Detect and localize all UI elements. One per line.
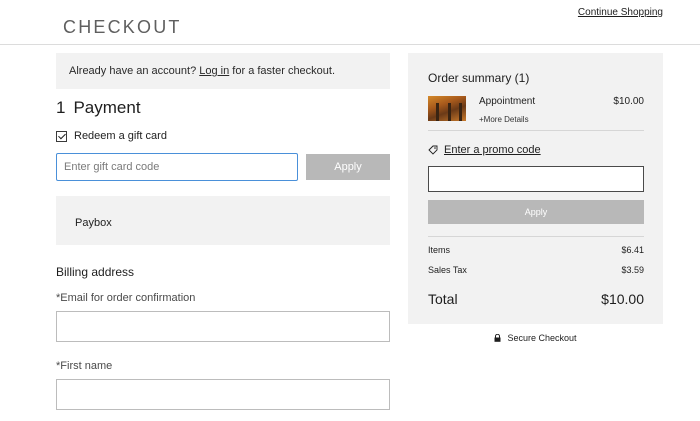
item-thumbnail [428, 96, 466, 121]
payment-method-paybox[interactable]: Paybox [56, 196, 390, 245]
tag-icon [428, 145, 438, 155]
login-prompt-suffix: for a faster checkout. [229, 65, 336, 77]
item-price: $10.00 [613, 96, 644, 107]
promo-code-input[interactable] [428, 166, 644, 192]
email-label: *Email for order confirmation [56, 292, 196, 304]
items-value: $6.41 [621, 245, 644, 255]
sales-tax-label: Sales Tax [428, 265, 467, 275]
top-bar: CHECKOUT Continue Shopping [0, 0, 700, 45]
summary-divider [428, 236, 644, 237]
step-title: Payment [73, 98, 141, 117]
more-details-link[interactable]: +More Details [479, 115, 529, 124]
billing-address-heading: Billing address [56, 265, 135, 279]
summary-divider [428, 130, 644, 131]
continue-shopping-link[interactable]: Continue Shopping [578, 7, 663, 18]
order-summary-panel: Order summary (1) Appointment +More Deta… [408, 53, 663, 324]
payment-step-heading: 1 Payment [56, 98, 141, 118]
redeem-gift-card-label: Redeem a gift card [74, 130, 167, 142]
email-field[interactable] [56, 311, 390, 342]
lock-icon [494, 334, 501, 342]
promo-code-label: Enter a promo code [444, 144, 541, 156]
order-summary-title: Order summary (1) [428, 71, 530, 85]
first-name-field[interactable] [56, 379, 390, 410]
secure-checkout-label: Secure Checkout [507, 333, 577, 343]
first-name-label: *First name [56, 360, 113, 372]
page-title: CHECKOUT [63, 17, 182, 37]
sales-tax-value: $3.59 [621, 265, 644, 275]
login-link[interactable]: Log in [199, 65, 229, 77]
total-value: $10.00 [601, 291, 644, 307]
apply-promo-button[interactable]: Apply [428, 200, 644, 224]
item-name: Appointment [479, 96, 536, 107]
login-prompt: Already have an account? Log in for a fa… [56, 53, 390, 89]
login-prompt-prefix: Already have an account? [69, 65, 200, 77]
secure-checkout-note: Secure Checkout [408, 333, 663, 343]
gift-card-code-input[interactable] [56, 153, 298, 181]
apply-gift-card-button[interactable]: Apply [306, 154, 390, 180]
items-label: Items [428, 245, 451, 255]
checkmark-icon[interactable] [56, 130, 67, 142]
step-number: 1 [56, 98, 66, 117]
total-label: Total [428, 291, 458, 307]
redeem-gift-card-checkbox[interactable]: Redeem a gift card [56, 130, 167, 142]
promo-code-link[interactable]: Enter a promo code [428, 144, 541, 156]
